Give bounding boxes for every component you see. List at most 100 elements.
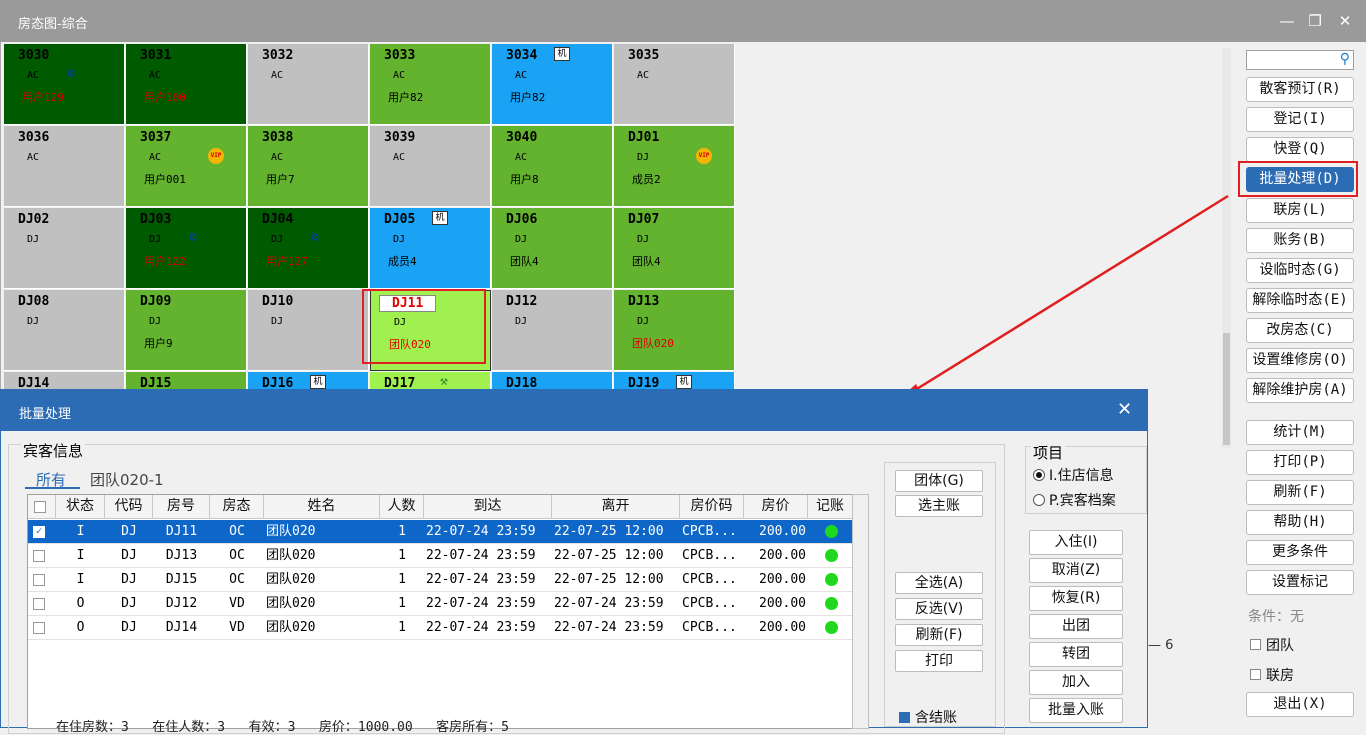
room-tile[interactable]: DJ06 DJ 团队4: [492, 208, 613, 289]
group-checkbox[interactable]: [1250, 639, 1261, 650]
column-header[interactable]: 房态: [210, 495, 264, 519]
column-header[interactable]: 到达: [424, 495, 552, 519]
minimize-icon[interactable]: —: [1276, 10, 1298, 32]
room-tile[interactable]: 3037 AC 用户001 VIP: [126, 126, 247, 207]
room-tile[interactable]: DJ03 DJ 用户122 ⚙: [126, 208, 247, 289]
room-tile[interactable]: DJ17 ⚒: [370, 372, 491, 389]
column-header[interactable]: 房价: [744, 495, 808, 519]
leave-group-button[interactable]: 出团: [1029, 614, 1123, 639]
room-tile[interactable]: 3030 AC 用户129 ⚙: [4, 44, 125, 125]
include-checkout-checkbox[interactable]: [899, 712, 910, 723]
room-grid-scrollbar[interactable]: [1222, 48, 1231, 448]
room-tile[interactable]: DJ05 DJ 成员4 机: [370, 208, 491, 289]
column-header[interactable]: 离开: [552, 495, 680, 519]
room-number: 3037: [140, 130, 172, 145]
column-header[interactable]: 代码: [105, 495, 153, 519]
checkin-group-button[interactable]: 入住(I): [1029, 530, 1123, 555]
row-checkbox[interactable]: [33, 574, 45, 586]
table-cell: 团队020: [266, 572, 316, 587]
room-tile[interactable]: DJ14: [4, 372, 125, 389]
tab-group[interactable]: 团队020-1: [90, 469, 164, 490]
room-tile[interactable]: DJ08 DJ: [4, 290, 125, 371]
room-tile[interactable]: 3031 AC 用户100: [126, 44, 247, 125]
select-master-button[interactable]: 选主账: [895, 495, 983, 517]
join-button[interactable]: 加入: [1029, 670, 1123, 695]
room-tile[interactable]: DJ12 DJ: [492, 290, 613, 371]
room-tile[interactable]: 3039 AC: [370, 126, 491, 207]
room-tile[interactable]: DJ16 机: [248, 372, 369, 389]
more-conditions-button[interactable]: 更多条件: [1246, 540, 1354, 565]
link-room-checkbox[interactable]: [1250, 669, 1261, 680]
clear-temp-state-button[interactable]: 解除临时态(E): [1246, 288, 1354, 313]
invert-select-button[interactable]: 反选(V): [895, 598, 983, 620]
search-icon[interactable]: ⚲: [1340, 51, 1350, 67]
select-all-checkbox[interactable]: [34, 501, 46, 513]
room-tile[interactable]: 3036 AC: [4, 126, 125, 207]
cancel-button[interactable]: 取消(Z): [1029, 558, 1123, 583]
table-row[interactable]: O DJ DJ12 VD 团队020 1 22-07-24 23:59 22-07-24 23…: [28, 592, 854, 616]
posting-status-dot: [825, 525, 838, 538]
room-tile[interactable]: DJ18: [492, 372, 613, 389]
batch-posting-button[interactable]: 批量入账: [1029, 698, 1123, 723]
table-row[interactable]: ✓ I DJ DJ11 OC 团队020 1 22-07-24 23:59 22-07-25 1…: [28, 520, 854, 544]
room-tile[interactable]: DJ09 DJ 用户9: [126, 290, 247, 371]
row-checkbox[interactable]: ✓: [33, 526, 45, 538]
close-icon[interactable]: ✕: [1334, 10, 1356, 32]
print-button[interactable]: 打印(P): [1246, 450, 1354, 475]
set-temp-state-button[interactable]: 设临时态(G): [1246, 258, 1354, 283]
table-row[interactable]: I DJ DJ13 OC 团队020 1 22-07-24 23:59 22-07-25 12…: [28, 544, 854, 568]
table-row[interactable]: I DJ DJ15 OC 团队020 1 22-07-24 23:59 22-07-25 12…: [28, 568, 854, 592]
set-mark-button[interactable]: 设置标记: [1246, 570, 1354, 595]
set-maintenance-button[interactable]: 设置维修房(O): [1246, 348, 1354, 373]
booking-button[interactable]: 散客预订(R): [1246, 77, 1354, 102]
room-tile[interactable]: DJ01 DJ 成员2 VIP: [614, 126, 735, 207]
room-tile[interactable]: DJ15: [126, 372, 247, 389]
exit-button[interactable]: 退出(X): [1246, 692, 1354, 717]
print-list-button[interactable]: 打印: [895, 650, 983, 672]
column-header[interactable]: 姓名: [264, 495, 380, 519]
room-tile[interactable]: 3038 AC 用户7: [248, 126, 369, 207]
column-header[interactable]: 房价码: [680, 495, 744, 519]
table-scrollbar[interactable]: [852, 494, 869, 729]
room-tile[interactable]: DJ13 DJ 团队020: [614, 290, 735, 371]
room-number: 3032: [262, 48, 294, 63]
link-room-button[interactable]: 联房(L): [1246, 198, 1354, 223]
room-tile[interactable]: DJ10 DJ: [248, 290, 369, 371]
room-tile[interactable]: 3032 AC: [248, 44, 369, 125]
row-checkbox[interactable]: [33, 550, 45, 562]
statistics-button[interactable]: 统计(M): [1246, 420, 1354, 445]
room-tile[interactable]: 3033 AC 用户82: [370, 44, 491, 125]
stay-info-radio[interactable]: [1033, 469, 1045, 481]
quick-checkin-button[interactable]: 快登(Q): [1246, 137, 1354, 162]
select-all-button[interactable]: 全选(A): [895, 572, 983, 594]
restore-button[interactable]: 恢复(R): [1029, 586, 1123, 611]
column-header[interactable]: 记账: [808, 495, 853, 519]
guest-profile-radio[interactable]: [1033, 494, 1045, 506]
room-tile[interactable]: 3034 AC 用户82 机: [492, 44, 613, 125]
column-header[interactable]: 房号: [153, 495, 210, 519]
scrollbar-thumb[interactable]: [1223, 333, 1230, 445]
table-row[interactable]: O DJ DJ14 VD 团队020 1 22-07-24 23:59 22-07-24 23…: [28, 616, 854, 640]
search-input[interactable]: ⚲: [1246, 50, 1354, 70]
room-tile[interactable]: 3035 AC: [614, 44, 735, 125]
room-tile[interactable]: 3040 AC 用户8: [492, 126, 613, 207]
accounts-button[interactable]: 账务(B): [1246, 228, 1354, 253]
help-button[interactable]: 帮助(H): [1246, 510, 1354, 535]
row-checkbox[interactable]: [33, 622, 45, 634]
clear-maintenance-button[interactable]: 解除维护房(A): [1246, 378, 1354, 403]
refresh-list-button[interactable]: 刷新(F): [895, 624, 983, 646]
room-tile[interactable]: DJ19 机: [614, 372, 735, 389]
room-tile[interactable]: DJ04 DJ 用户127 ⚙: [248, 208, 369, 289]
refresh-button[interactable]: 刷新(F): [1246, 480, 1354, 505]
room-tile[interactable]: DJ07 DJ 团队4: [614, 208, 735, 289]
group-button[interactable]: 团体(G): [895, 470, 983, 492]
restore-icon[interactable]: ❐: [1304, 10, 1326, 32]
row-checkbox[interactable]: [33, 598, 45, 610]
close-icon[interactable]: ✕: [1117, 399, 1132, 420]
change-room-state-button[interactable]: 改房态(C): [1246, 318, 1354, 343]
checkin-button[interactable]: 登记(I): [1246, 107, 1354, 132]
room-tile[interactable]: DJ02 DJ: [4, 208, 125, 289]
transfer-group-button[interactable]: 转团: [1029, 642, 1123, 667]
column-header[interactable]: 人数: [380, 495, 424, 519]
column-header[interactable]: 状态: [56, 495, 105, 519]
